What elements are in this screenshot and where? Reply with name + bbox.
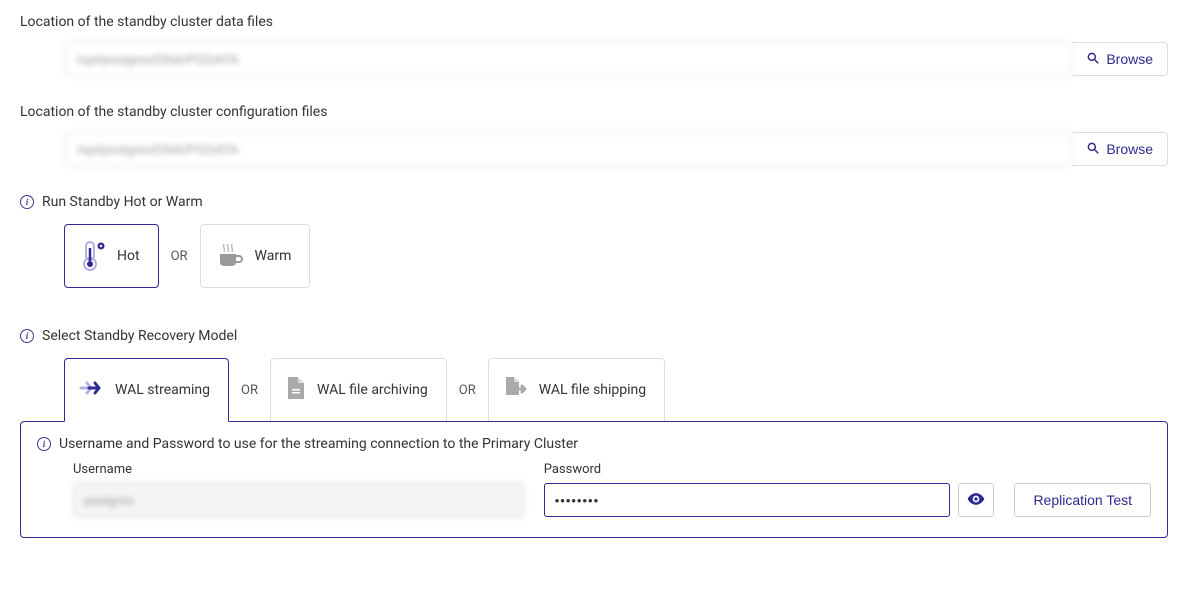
warm-option[interactable]: Warm — [200, 224, 311, 288]
thermometer-icon — [79, 240, 107, 272]
or-separator: OR — [459, 383, 476, 398]
search-icon — [1086, 51, 1100, 68]
or-separator: OR — [241, 383, 258, 398]
coffee-icon — [215, 242, 245, 270]
data-files-label: Location of the standby cluster data fil… — [20, 14, 1168, 30]
tab-wal-archiving[interactable]: WAL file archiving — [270, 358, 447, 422]
tab-wal-shipping[interactable]: WAL file shipping — [488, 358, 665, 422]
shipping-icon — [503, 375, 529, 405]
search-icon — [1086, 141, 1100, 158]
browse-label: Browse — [1106, 141, 1153, 157]
password-label: Password — [544, 462, 951, 477]
config-files-label: Location of the standby cluster configur… — [20, 104, 1168, 120]
eye-icon — [966, 489, 986, 512]
hot-option[interactable]: Hot — [64, 224, 159, 288]
username-input[interactable] — [73, 483, 524, 517]
info-icon: i — [20, 195, 34, 209]
username-label: Username — [73, 462, 524, 477]
data-files-input[interactable] — [64, 42, 1072, 76]
recovery-model-title: Select Standby Recovery Model — [42, 328, 237, 344]
config-files-input[interactable] — [64, 132, 1072, 166]
tab-archiving-label: WAL file archiving — [317, 382, 428, 398]
replication-test-button[interactable]: Replication Test — [1014, 483, 1151, 517]
credentials-title: Username and Password to use for the str… — [59, 436, 578, 452]
tab-shipping-label: WAL file shipping — [539, 382, 646, 398]
archive-icon — [285, 375, 307, 405]
tab-wal-streaming[interactable]: WAL streaming — [64, 358, 229, 422]
streaming-icon — [79, 377, 105, 403]
password-input[interactable] — [544, 483, 951, 517]
tab-streaming-label: WAL streaming — [115, 382, 210, 398]
streaming-credentials-panel: i Username and Password to use for the s… — [20, 421, 1168, 538]
data-files-browse-button[interactable]: Browse — [1072, 42, 1168, 76]
hot-label: Hot — [117, 248, 140, 264]
or-separator: OR — [171, 249, 188, 264]
info-icon: i — [20, 329, 34, 343]
info-icon: i — [37, 437, 51, 451]
standby-mode-title: Run Standby Hot or Warm — [42, 194, 203, 210]
warm-label: Warm — [255, 248, 292, 264]
toggle-password-visibility-button[interactable] — [958, 483, 994, 517]
config-files-browse-button[interactable]: Browse — [1072, 132, 1168, 166]
browse-label: Browse — [1106, 51, 1153, 67]
